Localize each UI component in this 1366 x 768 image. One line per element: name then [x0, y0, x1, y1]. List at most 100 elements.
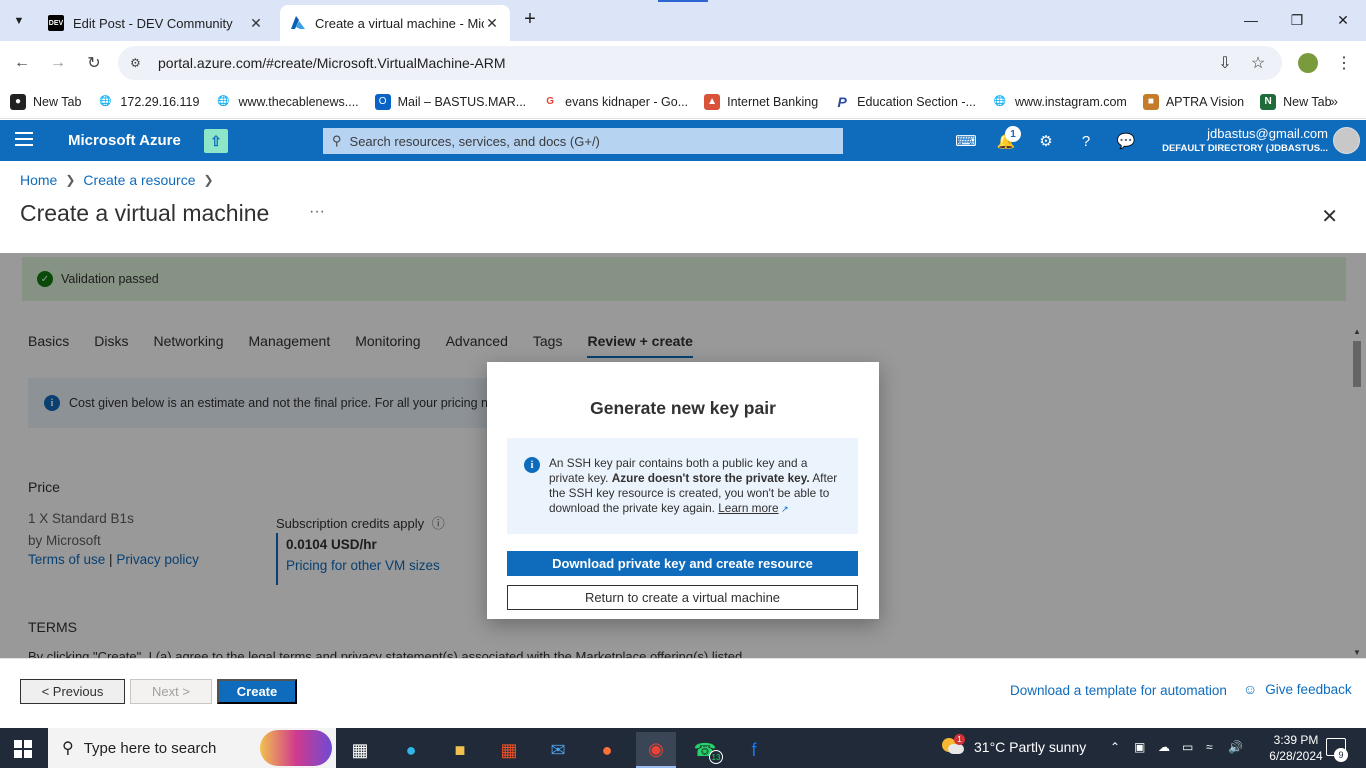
install-app-icon[interactable]: ⇩: [1213, 51, 1237, 75]
help-icon[interactable]: ?: [1074, 129, 1098, 153]
volume-icon[interactable]: 🔊: [1228, 740, 1243, 754]
info-text-bold: Azure doesn't store the private key.: [611, 471, 810, 485]
bank-icon: ▲: [704, 93, 721, 110]
give-feedback-link[interactable]: ☺ Give feedback: [1243, 681, 1352, 697]
settings-gear-icon[interactable]: ⚙: [1034, 129, 1058, 153]
wifi-icon[interactable]: ≈: [1206, 740, 1213, 754]
edge-icon[interactable]: ●: [391, 732, 431, 768]
give-feedback-label: Give feedback: [1265, 681, 1352, 697]
windows-start-icon[interactable]: [14, 740, 32, 758]
onedrive-icon[interactable]: ☁: [1158, 740, 1170, 754]
chevron-up-icon[interactable]: ⌃: [1110, 740, 1120, 754]
whatsapp-icon[interactable]: ☎ 13: [685, 732, 725, 768]
weather-widget[interactable]: 1 31°C Partly sunny: [942, 734, 1086, 756]
url-text[interactable]: portal.azure.com/#create/Microsoft.Virtu…: [158, 55, 506, 71]
whatsapp-badge: 13: [709, 750, 723, 764]
clock-date: 6/28/2024: [1269, 749, 1323, 763]
more-bookmarks-icon[interactable]: »: [1330, 93, 1338, 109]
tab-azure[interactable]: Create a virtual machine - Microsoft Azu…: [280, 5, 510, 41]
more-options-icon[interactable]: ···: [309, 203, 325, 221]
tab-progress-indicator: [658, 0, 708, 2]
bookmark-item[interactable]: ● New Tab: [10, 93, 81, 110]
tab-search-dropdown-icon[interactable]: ▼: [8, 10, 30, 32]
new-tab-button[interactable]: +: [518, 8, 542, 32]
download-key-create-button[interactable]: Download private key and create resource: [507, 551, 858, 576]
site-info-icon[interactable]: ⚙: [130, 56, 150, 70]
breadcrumb-home[interactable]: Home: [20, 172, 57, 188]
mail-icon[interactable]: ✉: [538, 732, 578, 768]
upgrade-icon[interactable]: ⇧: [204, 129, 228, 153]
page-title: Create a virtual machine: [20, 200, 270, 226]
file-explorer-icon[interactable]: ■: [440, 732, 480, 768]
bookmark-label: evans kidnaper - Go...: [565, 94, 689, 109]
bookmark-item[interactable]: ▲ Internet Banking: [704, 93, 818, 110]
close-icon[interactable]: ✕: [1321, 204, 1338, 229]
bookmark-label: 172.29.16.119: [120, 94, 200, 109]
breadcrumb-create-resource[interactable]: Create a resource: [83, 172, 195, 188]
learn-more-link[interactable]: Learn more: [718, 501, 778, 515]
microsoft-store-icon[interactable]: ▦: [489, 732, 529, 768]
aptra-icon: ■: [1142, 93, 1159, 110]
restore-button[interactable]: ❐: [1274, 6, 1320, 34]
next-button[interactable]: Next >: [130, 679, 212, 704]
bookmark-item[interactable]: O Mail – BASTUS.MAR...: [374, 93, 527, 110]
download-template-link[interactable]: Download a template for automation: [1010, 683, 1227, 698]
address-bar[interactable]: ⚙ portal.azure.com/#create/Microsoft.Vir…: [118, 46, 1282, 80]
bookmark-item[interactable]: 🌐 www.thecablenews....: [215, 94, 358, 110]
cloud-shell-icon[interactable]: ⌨: [954, 129, 978, 153]
firefox-icon[interactable]: ●: [587, 732, 627, 768]
task-view-icon[interactable]: ▦: [340, 732, 380, 768]
education-icon: P: [837, 93, 847, 110]
facebook-icon[interactable]: f: [734, 732, 774, 768]
battery-icon[interactable]: ▭: [1182, 740, 1193, 754]
close-window-button[interactable]: ✕: [1320, 6, 1366, 34]
avatar[interactable]: [1333, 127, 1360, 154]
bookmarks-bar: ● New Tab 🌐 172.29.16.119 🌐 www.thecablenew…: [0, 85, 1366, 119]
return-button[interactable]: Return to create a virtual machine: [507, 585, 858, 610]
globe-icon: 🌐: [993, 96, 1007, 107]
bookmark-item[interactable]: 🌐 www.instagram.com: [992, 94, 1127, 110]
account-menu[interactable]: jdbastus@gmail.com DEFAULT DIRECTORY (JD…: [1162, 126, 1328, 154]
chevron-right-icon: ❯: [65, 173, 76, 187]
globe-icon: 🌐: [99, 96, 112, 107]
close-tab-icon[interactable]: ✕: [248, 15, 264, 32]
taskbar-search-placeholder: Type here to search: [83, 739, 217, 757]
reload-icon[interactable]: ↻: [82, 51, 106, 75]
close-tab-icon[interactable]: ✕: [484, 15, 500, 32]
bookmark-item[interactable]: 🌐 172.29.16.119: [97, 94, 199, 110]
portal-menu-icon[interactable]: [15, 132, 33, 148]
bookmark-label: Education Section -...: [857, 94, 976, 109]
notification-count-badge: 1: [1005, 126, 1021, 142]
create-button[interactable]: Create: [217, 679, 297, 704]
bookmark-label: Mail – BASTUS.MAR...: [397, 94, 527, 109]
forward-icon[interactable]: →: [46, 51, 70, 75]
notification-count: 9: [1334, 748, 1348, 762]
bookmark-label: www.instagram.com: [1015, 94, 1127, 109]
bookmark-item[interactable]: N New Tab: [1260, 93, 1332, 110]
system-clock[interactable]: 3:39 PM 6/28/2024: [1264, 732, 1328, 764]
back-icon[interactable]: ←: [10, 51, 34, 75]
azure-brand[interactable]: Microsoft Azure: [68, 132, 181, 149]
bookmark-label: APTRA Vision: [1165, 94, 1245, 109]
clock-time: 3:39 PM: [1273, 733, 1319, 747]
windows-taskbar: ⚲ Type here to search ▦ ● ■ ▦ ✉ ● ◉ ☎ 13 …: [0, 728, 1366, 768]
global-search-input[interactable]: ⚲ Search resources, services, and docs (…: [323, 128, 843, 154]
search-highlight-image: [260, 730, 332, 766]
meet-now-icon[interactable]: ▣: [1134, 740, 1145, 754]
bookmark-item[interactable]: P Education Section -...: [834, 93, 977, 110]
previous-button[interactable]: < Previous: [20, 679, 125, 704]
taskbar-search-input[interactable]: ⚲ Type here to search: [48, 728, 336, 768]
wizard-footer: < Previous Next > Create Download a temp…: [0, 658, 1366, 728]
chrome-icon[interactable]: ◉: [636, 732, 676, 768]
tab-dev-community[interactable]: DEV Edit Post - DEV Community ✕: [38, 5, 274, 41]
profile-avatar-icon[interactable]: [1296, 51, 1320, 75]
bookmark-item[interactable]: Gevans kidnaper - Go...: [542, 94, 688, 110]
bookmark-star-icon[interactable]: ☆: [1246, 51, 1270, 75]
feedback-icon[interactable]: 💬: [1114, 129, 1138, 153]
info-icon: i: [524, 457, 540, 473]
weather-badge: 1: [954, 734, 965, 745]
browser-menu-icon[interactable]: ⋮: [1332, 51, 1356, 75]
search-icon: ⚲: [332, 133, 342, 148]
bookmark-item[interactable]: ■ APTRA Vision: [1142, 93, 1245, 110]
minimize-button[interactable]: —: [1228, 6, 1274, 34]
